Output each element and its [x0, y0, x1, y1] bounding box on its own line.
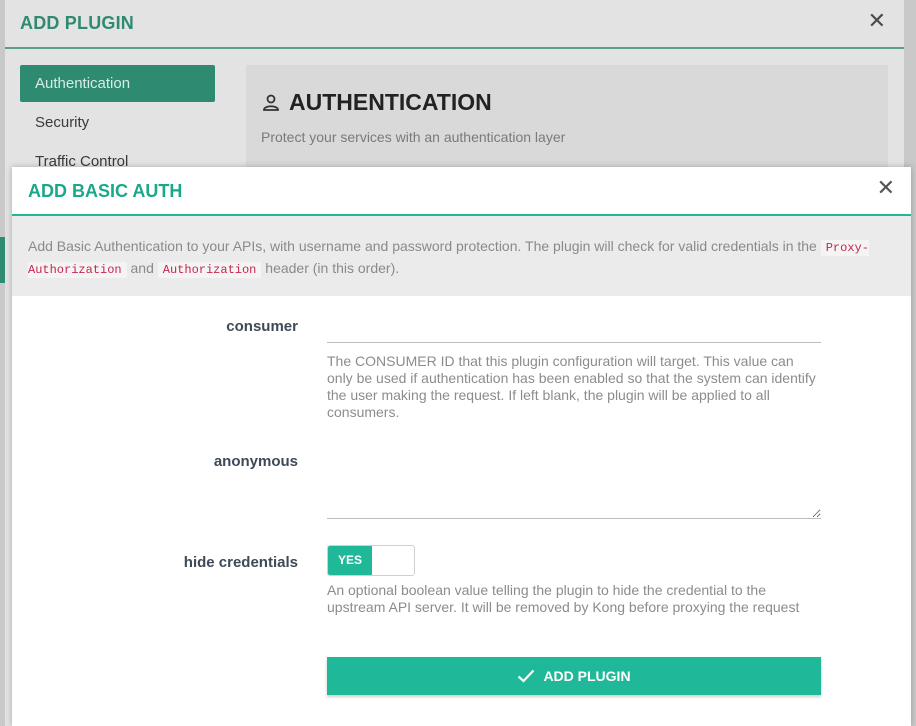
consumer-label: consumer [226, 318, 298, 335]
background-edge-fragment [0, 237, 5, 283]
hide-credentials-toggle[interactable]: YES [327, 545, 415, 576]
modal-header: ADD BASIC AUTH ✕ [12, 167, 911, 216]
close-icon[interactable]: ✕ [868, 8, 886, 34]
panel-subtitle: Protect your services with an authentica… [261, 129, 566, 145]
add-plugin-button[interactable]: ADD PLUGIN [327, 657, 821, 695]
hide-credentials-help: An optional boolean value telling the pl… [327, 582, 800, 615]
close-icon[interactable]: ✕ [877, 175, 895, 201]
nav-item-security[interactable]: Security [20, 104, 215, 141]
add-plugin-label: ADD PLUGIN [543, 668, 631, 684]
hide-credentials-label: hide credentials [183, 554, 298, 571]
anonymous-label: anonymous [213, 453, 298, 470]
background-dialog-header: ADD PLUGIN ✕ [5, 0, 904, 49]
plugin-description: Add Basic Authentication to your APIs, w… [12, 216, 911, 296]
authentication-panel: AUTHENTICATION Protect your services wit… [246, 65, 888, 175]
consumer-input[interactable] [327, 314, 821, 343]
anonymous-textarea[interactable] [327, 449, 821, 519]
modal-title: ADD BASIC AUTH [28, 181, 183, 201]
add-basic-auth-modal: ADD BASIC AUTH ✕ Add Basic Authenticatio… [12, 167, 911, 726]
panel-title-text: AUTHENTICATION [289, 89, 492, 115]
panel-title: AUTHENTICATION [261, 89, 492, 116]
plugin-category-nav: Authentication Security Traffic Control [20, 65, 215, 182]
background-dialog-title: ADD PLUGIN [20, 13, 134, 33]
user-icon [263, 94, 279, 111]
description-text: header (in this order). [261, 260, 400, 276]
consumer-help: The CONSUMER ID that this plugin configu… [327, 353, 816, 420]
code-authorization: Authorization [157, 262, 262, 278]
nav-item-authentication[interactable]: Authentication [20, 65, 215, 102]
toggle-yes-label: YES [328, 546, 372, 575]
check-icon [518, 669, 535, 683]
description-text: Add Basic Authentication to your APIs, w… [28, 238, 821, 254]
description-text: and [126, 260, 158, 276]
